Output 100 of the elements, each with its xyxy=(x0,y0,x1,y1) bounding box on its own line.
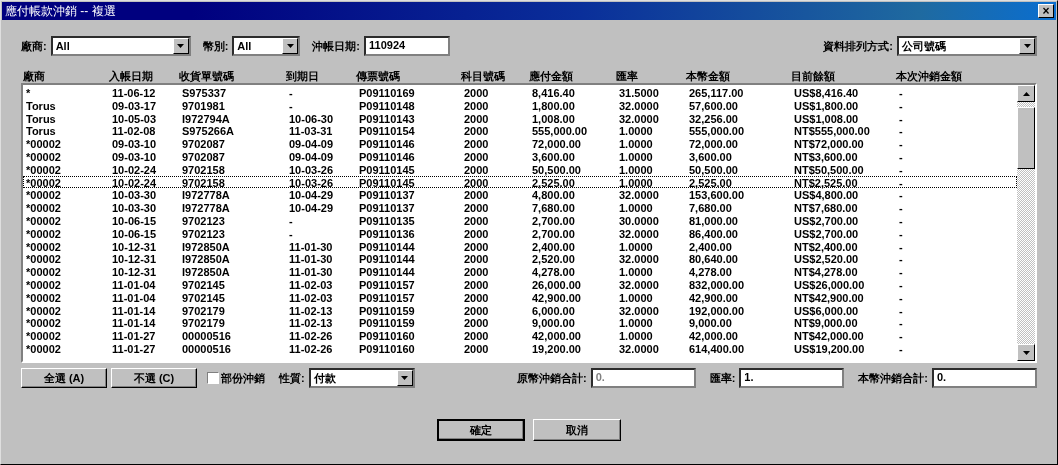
table-cell-text: 2000 xyxy=(464,253,490,267)
table-cell-text: 2,520.00 xyxy=(532,253,576,267)
column-header[interactable]: 匯率 xyxy=(616,69,686,84)
column-header[interactable]: 收貨單號碼 xyxy=(179,69,286,84)
filter-label: 幣別: xyxy=(202,38,229,54)
table-cell-text: 2000 xyxy=(464,163,490,177)
table-cell-text: 9702179 xyxy=(182,304,226,318)
table-cell-text: US$2,520.00 xyxy=(794,253,860,267)
table-cell-text: P09110146 xyxy=(359,151,416,164)
scroll-thumb[interactable] xyxy=(1017,107,1035,169)
deselect-button[interactable]: 不選 (C) xyxy=(111,368,197,388)
table-row[interactable]: *00002 10-12-31 I972850A 11-01-30 P09110144 2000 4,278.00 1.0000 4,278.00 NT$4,278.00 - xyxy=(23,265,1017,278)
table-cell-text: 30.0000 xyxy=(619,214,660,228)
column-header[interactable]: 本幣金額 xyxy=(686,69,791,84)
table-cell-text: 10-06-30 xyxy=(289,112,335,126)
table-row[interactable]: *00002 10-12-31 I972850A 11-01-30 P09110144 2000 2,400.00 1.0000 2,400.00 NT$2,400.00 - xyxy=(23,239,1017,253)
table-row[interactable]: *00002 11-01-14 9702179 11-02-13 P09110159 2000 6,000.00 32.0000 192,000.00 US$6,000.00 - xyxy=(23,303,1017,317)
table-row[interactable]: *00002 10-03-30 I972778A 10-04-29 P09110137 2000 7,680.00 1.0000 7,680.00 NT$7,680.00 - xyxy=(23,201,1017,214)
table-cell-text: *00002 xyxy=(26,214,62,228)
filter-dropdown[interactable]: All xyxy=(232,36,301,56)
table-row[interactable]: *00002 11-01-27 00000516 11-02-26 P09110160 2000 19,200.00 32.0000 614,400.00 US$19,200.00 - xyxy=(23,341,1017,355)
date-field[interactable]: 110924 xyxy=(364,36,450,56)
table-row[interactable]: *00002 10-06-15 9702123 - P09110136 2000 2,700.00 32.0000 86,400.00 US$2,700.00 - xyxy=(23,226,1017,240)
table-cell-text: 2,700.00 xyxy=(532,227,576,241)
table-row[interactable]: *00002 11-01-04 9702145 11-02-03 P09110157 2000 26,000.00 32.0000 832,000.00 US$26,000.00 - xyxy=(23,277,1017,291)
table-cell-text: - xyxy=(289,99,294,113)
table-cell-text: NT$2,525.00 xyxy=(794,176,859,190)
table-row[interactable]: *00002 10-02-24 9702158 10-03-26 P09110145 2000 2,525.00 1.0000 2,525.00 NT$2,525.00 - xyxy=(23,175,1017,189)
ok-button[interactable]: 確定 xyxy=(437,419,525,441)
column-header[interactable]: 到期日 xyxy=(286,69,356,84)
table-row[interactable]: *00002 09-03-10 9702087 09-04-09 P09110146 2000 72,000.00 1.0000 72,000.00 NT$72,000.00 - xyxy=(23,137,1017,150)
table-cell-text: 2000 xyxy=(464,87,490,100)
table-cell-text: P09110144 xyxy=(359,266,416,279)
column-header[interactable]: 本次沖銷金額 xyxy=(896,69,1021,84)
table-cell-text: 9702123 xyxy=(182,214,226,228)
table-row[interactable]: *00002 10-03-30 I972778A 10-04-29 P09110137 2000 4,800.00 32.0000 153,600.00 US$4,800.00 - xyxy=(23,188,1017,202)
table-row[interactable]: *00002 11-01-04 9702145 11-02-03 P09110157 2000 42,900.00 1.0000 42,900.00 NT$42,900.00 - xyxy=(23,290,1017,304)
table-cell-text: 10-03-30 xyxy=(112,189,158,203)
table-cell-text: - xyxy=(899,99,904,113)
table-cell-text: P09110143 xyxy=(359,112,416,126)
table-cell-text: - xyxy=(899,253,904,267)
filter-dropdown[interactable]: All xyxy=(50,36,191,56)
table-cell-text: NT$9,000.00 xyxy=(794,317,859,331)
table-cell-text: US$19,200.00 xyxy=(794,342,866,356)
column-header[interactable]: 應付金額 xyxy=(529,69,616,84)
table-cell-text: - xyxy=(899,266,904,279)
filter-label: 廠商: xyxy=(21,38,47,54)
close-button[interactable]: × xyxy=(1038,4,1054,18)
table-row[interactable]: *00002 10-02-24 9702158 10-03-26 P09110145 2000 50,500.00 1.0000 50,500.00 NT$50,500.00 - xyxy=(23,162,1017,176)
table-cell-text: 11-01-27 xyxy=(112,342,157,356)
column-header[interactable]: 目前餘額 xyxy=(791,69,896,84)
table-cell-text: 9702145 xyxy=(182,278,226,292)
table-row[interactable]: *00002 10-06-15 9702123 - P09110135 2000 2,700.00 30.0000 81,000.00 US$2,700.00 - xyxy=(23,213,1017,227)
table-cell-text: 10-03-26 xyxy=(289,163,335,177)
table-cell-text: 2,400.00 xyxy=(689,240,733,254)
table-cell-text: 153,600.00 xyxy=(689,189,746,203)
checkbox[interactable] xyxy=(207,372,219,384)
select-all-button[interactable]: 全選 (A) xyxy=(21,368,107,388)
table-row[interactable]: *00002 09-03-10 9702087 09-04-09 P09110146 2000 3,600.00 1.0000 3,600.00 NT$3,600.00 - xyxy=(23,150,1017,163)
table-cell-text: NT$2,400.00 xyxy=(794,240,859,254)
table-cell-text: 10-03-30 xyxy=(112,202,158,215)
table-cell-text: 1.0000 xyxy=(619,163,654,177)
column-header[interactable]: 科目號碼 xyxy=(461,69,529,84)
table-cell-text: 1,800.00 xyxy=(532,99,576,113)
table-cell-text: 72,000.00 xyxy=(689,138,739,151)
column-header[interactable]: 廠商 xyxy=(23,69,109,84)
column-header[interactable]: 入帳日期 xyxy=(109,69,179,84)
table-cell-text: 8,416.40 xyxy=(532,87,576,100)
table-cell-text: 10-12-31 xyxy=(112,240,158,254)
table-cell-text: 11-02-13 xyxy=(289,304,334,318)
table-row[interactable]: *00002 10-12-31 I972850A 11-01-30 P09110144 2000 2,520.00 32.0000 80,640.00 US$2,520.00 - xyxy=(23,252,1017,266)
table-row[interactable]: Torus 10-05-03 I972794A 10-06-30 P09110143 2000 1,008.00 32.0000 32,256.00 US$1,008.00 - xyxy=(23,111,1017,125)
table-cell-text: 09-03-10 xyxy=(112,151,158,164)
table-cell-text: *00002 xyxy=(26,278,62,292)
column-header[interactable]: 傳票號碼 xyxy=(356,69,461,84)
table-row[interactable]: * 11-06-12 S975337 - P09110169 2000 8,416.40 31.5000 265,117.00 US$8,416.40 - xyxy=(23,86,1017,99)
scrollbar[interactable] xyxy=(1017,85,1035,361)
table-row[interactable]: Torus 09-03-17 9701981 - P09110148 2000 1,800.00 32.0000 57,600.00 US$1,800.00 - xyxy=(23,98,1017,112)
table-cell-text: I972850A xyxy=(182,266,231,279)
total-field[interactable]: 1. xyxy=(739,368,845,388)
nature-dropdown[interactable]: 付款 xyxy=(308,368,415,388)
table-cell-text: 31.5000 xyxy=(619,87,660,100)
sort-dropdown[interactable]: 公司號碼 xyxy=(897,36,1037,56)
table-cell-text: 2000 xyxy=(464,151,490,164)
table-cell-text: 80,640.00 xyxy=(689,253,739,267)
table-cell-text: 10-05-03 xyxy=(112,112,158,126)
table-cell-text: * xyxy=(26,87,32,100)
table-row[interactable]: *00002 11-01-14 9702179 11-02-13 P09110159 2000 9,000.00 1.0000 9,000.00 NT$9,000.00 - xyxy=(23,316,1017,330)
table-cell-text: P09110137 xyxy=(359,189,416,203)
table-cell-text: *00002 xyxy=(26,330,62,343)
total-field[interactable]: 0. xyxy=(932,368,1037,388)
table-cell-text: 11-01-14 xyxy=(112,317,157,331)
table-cell-text: US$4,800.00 xyxy=(794,189,860,203)
table-cell-text: 09-04-09 xyxy=(289,151,335,164)
table-row[interactable]: *00002 11-01-27 00000516 11-02-26 P09110160 2000 42,000.00 1.0000 42,000.00 NT$42,000.00 - xyxy=(23,329,1017,342)
table-cell-text: 50,500.00 xyxy=(689,163,739,177)
table-cell-text: 1.0000 xyxy=(619,125,654,139)
table-cell-text: S975337 xyxy=(182,87,228,100)
table-row[interactable]: Torus 11-02-08 S975266A 11-03-31 P09110154 2000 555,000.00 1.0000 555,000.00 NT$555,000.00 - xyxy=(23,124,1017,138)
cancel-button[interactable]: 取消 xyxy=(533,419,621,441)
